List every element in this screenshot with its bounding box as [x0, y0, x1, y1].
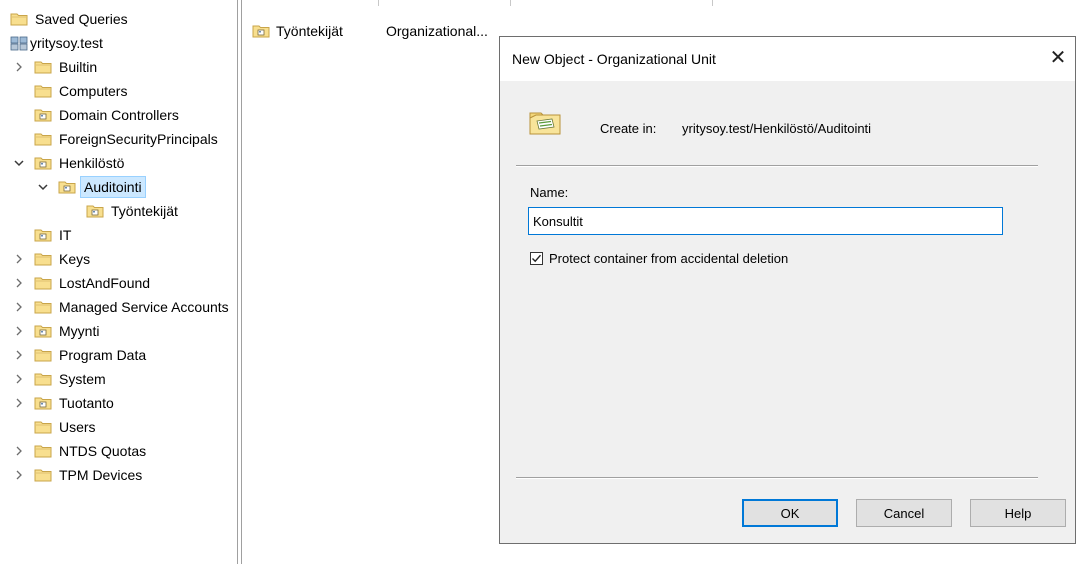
- ou-icon: [34, 323, 52, 339]
- name-input[interactable]: [528, 207, 1003, 235]
- ok-button[interactable]: OK: [742, 499, 838, 527]
- folder-icon: [34, 371, 52, 387]
- folder-icon: [34, 419, 52, 435]
- list-item-name: Työntekijät: [276, 23, 343, 39]
- tree-item-label: Auditointi: [84, 179, 142, 195]
- folder-icon: [34, 467, 52, 483]
- tree-item-label: Keys: [59, 251, 91, 267]
- folder-icon: [34, 251, 52, 267]
- tree-item-builtin[interactable]: Builtin: [12, 56, 101, 78]
- tree-item-label: Tuotanto: [59, 395, 114, 411]
- protect-container-label: Protect container from accidental deleti…: [549, 251, 789, 266]
- organizational-unit-icon: [529, 112, 561, 135]
- chevron-right-icon[interactable]: [12, 372, 26, 386]
- tree-item-ntds-quotas[interactable]: NTDS Quotas: [12, 440, 150, 462]
- tree-item-foreign-security-principals[interactable]: ForeignSecurityPrincipals: [34, 128, 222, 150]
- tree-item-label: Domain Controllers: [59, 107, 179, 123]
- tree-item-it[interactable]: IT: [34, 224, 75, 246]
- tree-item-label: Users: [59, 419, 96, 435]
- chevron-down-icon[interactable]: [12, 156, 26, 170]
- tree-item-label: Saved Queries: [35, 11, 128, 27]
- tree-item-saved-queries[interactable]: Saved Queries: [10, 8, 132, 30]
- tree-item-managed-service-accounts[interactable]: Managed Service Accounts: [12, 296, 233, 318]
- chevron-right-icon[interactable]: [12, 60, 26, 74]
- folder-icon: [34, 347, 52, 363]
- tree-item-lostandfound[interactable]: LostAndFound: [12, 272, 154, 294]
- tree-item-keys[interactable]: Keys: [12, 248, 94, 270]
- tree-item-label: Työntekijät: [111, 203, 178, 219]
- tree-item-label: yritysoy.test: [30, 35, 103, 51]
- protect-container-checkbox-row[interactable]: Protect container from accidental deleti…: [530, 251, 788, 266]
- tree-item-label: LostAndFound: [59, 275, 151, 291]
- close-icon[interactable]: ✕: [1045, 47, 1071, 71]
- tree-item-label: Computers: [59, 83, 128, 99]
- chevron-right-icon[interactable]: [12, 324, 26, 338]
- folder-icon: [34, 59, 52, 75]
- folder-icon: [10, 11, 28, 27]
- ou-icon: [86, 203, 104, 219]
- chevron-right-icon[interactable]: [12, 276, 26, 290]
- folder-icon: [34, 131, 52, 147]
- ou-icon: [34, 155, 52, 171]
- ou-icon: [252, 23, 270, 39]
- tree-item-label: Myynti: [59, 323, 100, 339]
- ou-icon: [58, 179, 76, 195]
- dialog-titlebar[interactable]: New Object - Organizational Unit ✕: [500, 37, 1075, 81]
- tree-item-domain[interactable]: yritysoy.test: [10, 32, 107, 54]
- pane-splitter[interactable]: [237, 0, 238, 564]
- tree-item-label: Managed Service Accounts: [59, 299, 229, 315]
- folder-icon: [34, 299, 52, 315]
- help-button[interactable]: Help: [970, 499, 1066, 527]
- ou-icon: [34, 227, 52, 243]
- ou-icon: [34, 395, 52, 411]
- chevron-right-icon[interactable]: [12, 300, 26, 314]
- list-item[interactable]: Työntekijät: [252, 20, 343, 42]
- chevron-right-icon[interactable]: [12, 396, 26, 410]
- tree-item-label: Program Data: [59, 347, 147, 363]
- separator: [516, 165, 1038, 167]
- tree-item-users[interactable]: Users: [34, 416, 100, 438]
- separator: [516, 477, 1038, 479]
- checkmark-icon: [532, 254, 542, 263]
- folder-icon: [34, 275, 52, 291]
- new-object-dialog: New Object - Organizational Unit ✕ Creat…: [499, 36, 1076, 544]
- tree-item-label: TPM Devices: [59, 467, 143, 483]
- list-item-type: Organizational...: [386, 23, 488, 39]
- tree-item-label: Henkilöstö: [59, 155, 125, 171]
- tree-item-henkilosto[interactable]: Henkilöstö: [12, 152, 128, 174]
- ou-icon: [34, 107, 52, 123]
- tree-item-label: IT: [59, 227, 72, 243]
- tree-item-system[interactable]: System: [12, 368, 110, 390]
- create-in-label: Create in:: [600, 121, 657, 136]
- folder-icon: [34, 83, 52, 99]
- tree-item-label: NTDS Quotas: [59, 443, 147, 459]
- tree-item-tuotanto[interactable]: Tuotanto: [12, 392, 118, 414]
- chevron-down-icon[interactable]: [36, 180, 50, 194]
- tree-pane[interactable]: Saved Queries yritysoy.test Builtin Comp…: [0, 0, 236, 564]
- tree-item-label: System: [59, 371, 106, 387]
- tree-item-tpm-devices[interactable]: TPM Devices: [12, 464, 146, 486]
- chevron-right-icon[interactable]: [12, 444, 26, 458]
- folder-icon: [34, 443, 52, 459]
- name-label: Name:: [530, 185, 569, 200]
- chevron-right-icon[interactable]: [12, 252, 26, 266]
- cancel-button[interactable]: Cancel: [856, 499, 952, 527]
- dialog-title: New Object - Organizational Unit: [512, 51, 716, 67]
- tree-item-tyontekijat[interactable]: Työntekijät: [86, 200, 182, 222]
- domain-icon: [10, 35, 28, 51]
- tree-item-domain-controllers[interactable]: Domain Controllers: [34, 104, 183, 126]
- create-in-path: yritysoy.test/Henkilöstö/Auditointi: [682, 121, 872, 136]
- tree-item-label: ForeignSecurityPrincipals: [59, 131, 218, 147]
- tree-item-program-data[interactable]: Program Data: [12, 344, 150, 366]
- chevron-right-icon[interactable]: [12, 348, 26, 362]
- tree-item-myynti[interactable]: Myynti: [12, 320, 103, 342]
- tree-item-auditointi[interactable]: Auditointi: [36, 176, 146, 198]
- tree-item-computers[interactable]: Computers: [34, 80, 131, 102]
- pane-splitter-edge: [241, 0, 242, 564]
- tree-item-label: Builtin: [59, 59, 98, 75]
- chevron-right-icon[interactable]: [12, 468, 26, 482]
- protect-container-checkbox[interactable]: [530, 252, 543, 265]
